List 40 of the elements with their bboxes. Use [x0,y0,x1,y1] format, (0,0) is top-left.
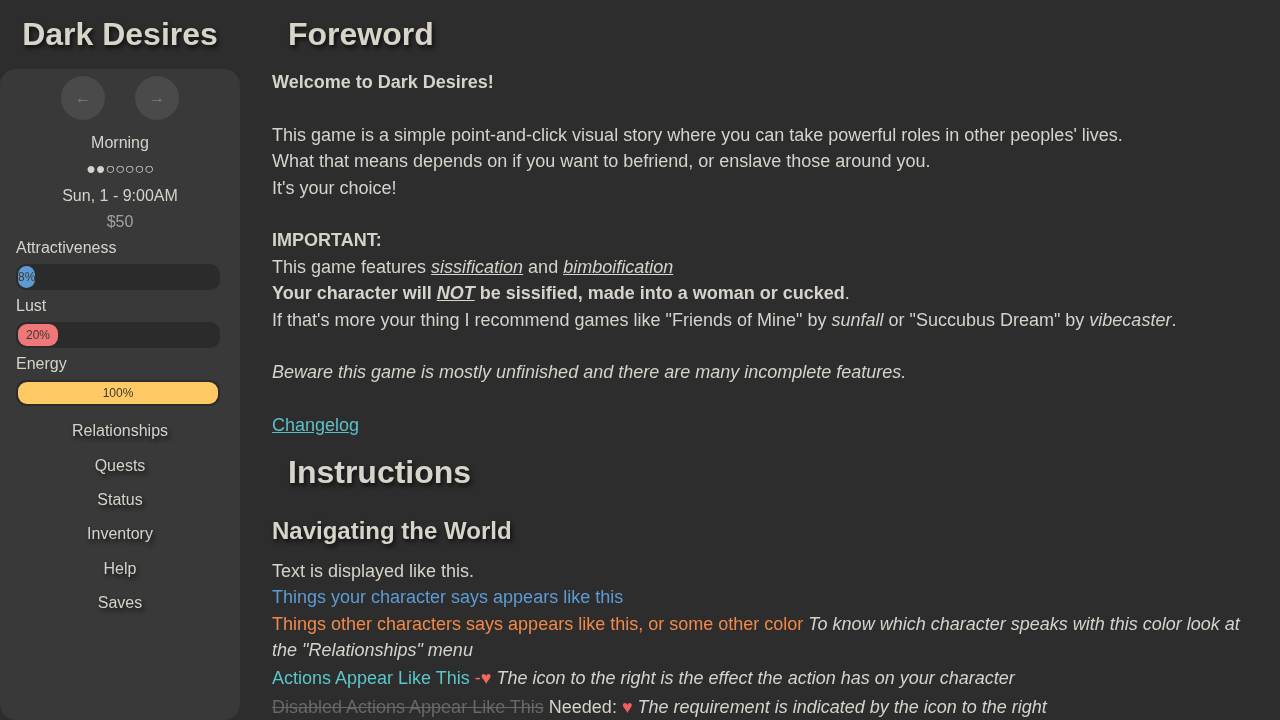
sidebar-menu-link[interactable]: Inventory [87,524,153,544]
game-title: Dark Desires [22,15,218,54]
term-link[interactable]: sissification [431,256,524,277]
text-line: Your character will NOT be sissified, made into a woman or cucked. [272,282,850,306]
section-heading: Instructions [288,452,472,491]
sidebar-menu-link[interactable]: Help [103,558,137,578]
player-speech-sample: Things your character says appears like this [272,586,624,610]
text-line: What that means depends on if you want to befriend, or enslave those around you. [272,150,931,174]
bold-text-line: IMPORTANT: [272,229,382,253]
stat-label: Lust [16,296,47,317]
page-heading: Foreword [288,15,434,54]
subsection-heading: Navigating the World [272,517,512,546]
sidebar-menu-link[interactable]: Quests [94,455,146,475]
text-line: If that's more your thing I recommend games like "Friends of Mine" by sunfall or "Succubus Dream" by vibecaster. [272,308,1177,332]
text-link[interactable]: Changelog [272,412,360,439]
sidebar-menu-link[interactable]: Saves [97,593,143,613]
stat-bar-value: 20% [26,329,50,342]
sidebar-menu-link[interactable]: Status [97,489,143,510]
sidebar-menu-link[interactable]: Relationships [71,421,169,441]
text-line: Disabled Actions Appear Like This Needed: ♥ The requirement is indicated by the icon to the right [272,696,1047,719]
time-of-day-label: Morning [91,133,149,153]
stat-label: Energy [16,354,67,375]
action-link[interactable]: Actions Appear Like This [272,667,470,688]
date-time-label: Sun, 1 - 9:00AM [62,185,178,206]
heart-icon: ♥ [621,697,633,718]
text-line: Things other characters says appears like this, or some other color To know which character speaks with this color look at the "Relationships" menu [272,612,1242,663]
minus-heart-icon: -♥ [469,667,492,688]
stat-bar-value: 100% [102,387,134,400]
text-line: This game is a simple point-and-click visual story where you can take powerful roles in other peoples' lives. [272,123,1123,147]
text-line: This game features sissification and bimboification [272,255,674,279]
stat-bar-value: 8% [18,271,36,284]
bold-text-line: Welcome to Dark Desires! [272,71,494,94]
text-line: It's your choice! [272,176,397,200]
day-progress-dots: ●●○○○○○ [86,159,154,180]
stat-label: Attractiveness [16,238,117,259]
italic-note: Beware this game is mostly unfinished and there are many incomplete features. [272,361,907,385]
money-label: $50 [106,211,134,232]
text-line: Text is displayed like this. [272,559,475,583]
text-line: Actions Appear Like This -♥ The icon to the right is the effect the action has on your character [272,666,1015,690]
term-link[interactable]: bimboification [563,256,674,277]
